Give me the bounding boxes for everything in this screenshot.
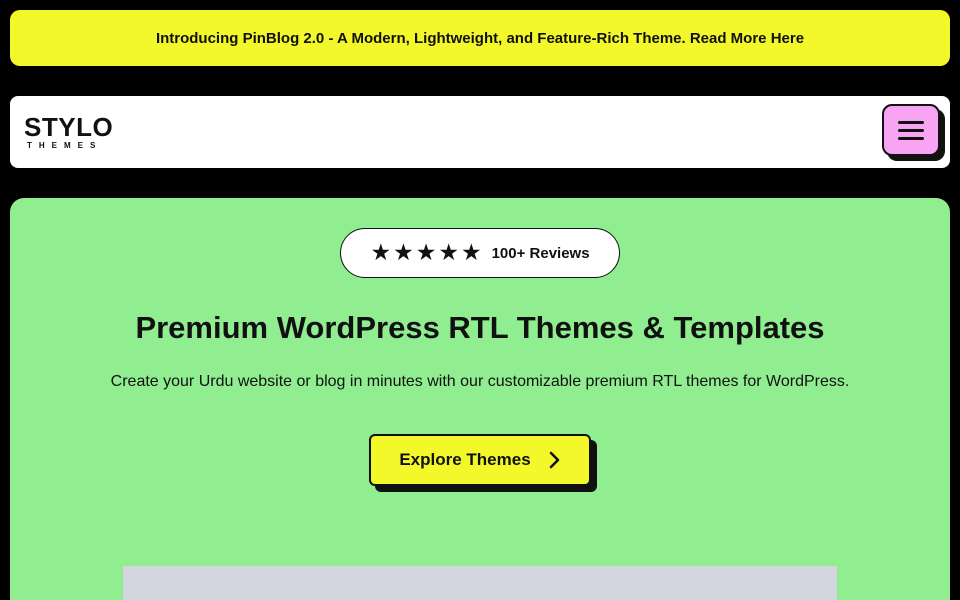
- logo-subtitle: THEMES: [27, 141, 103, 150]
- reviews-count: 100+ Reviews: [491, 244, 590, 262]
- star-icon: ★: [393, 239, 414, 266]
- star-icon: ★: [438, 239, 459, 266]
- theme-preview-image: [123, 566, 837, 600]
- hamburger-icon: [898, 120, 924, 124]
- hero-subtitle: Create your Urdu website or blog in minu…: [110, 373, 850, 390]
- rating-stars: ★ ★ ★ ★ ★: [370, 239, 482, 266]
- hamburger-icon: [898, 136, 924, 140]
- explore-themes-button[interactable]: Explore Themes: [369, 434, 591, 486]
- site-header: STYLO THEMES: [10, 96, 950, 168]
- logo-wordmark: STYLO: [24, 112, 114, 142]
- menu-button[interactable]: [882, 104, 940, 156]
- reviews-badge[interactable]: ★ ★ ★ ★ ★ 100+ Reviews: [340, 228, 620, 278]
- hamburger-icon: [898, 128, 924, 132]
- hero-title: Premium WordPress RTL Themes & Templates: [135, 310, 825, 345]
- star-icon: ★: [460, 239, 482, 266]
- site-logo[interactable]: STYLO THEMES: [24, 114, 113, 150]
- star-icon: ★: [370, 239, 392, 266]
- announcement-bar: Introducing PinBlog 2.0 - A Modern, Ligh…: [10, 10, 950, 66]
- chevron-right-icon: [549, 451, 559, 469]
- star-icon: ★: [415, 239, 437, 266]
- announcement-link[interactable]: Introducing PinBlog 2.0 - A Modern, Ligh…: [156, 30, 804, 47]
- cta-label: Explore Themes: [399, 450, 531, 469]
- hero-section: ★ ★ ★ ★ ★ 100+ Reviews Premium WordPress RTL…: [10, 198, 950, 600]
